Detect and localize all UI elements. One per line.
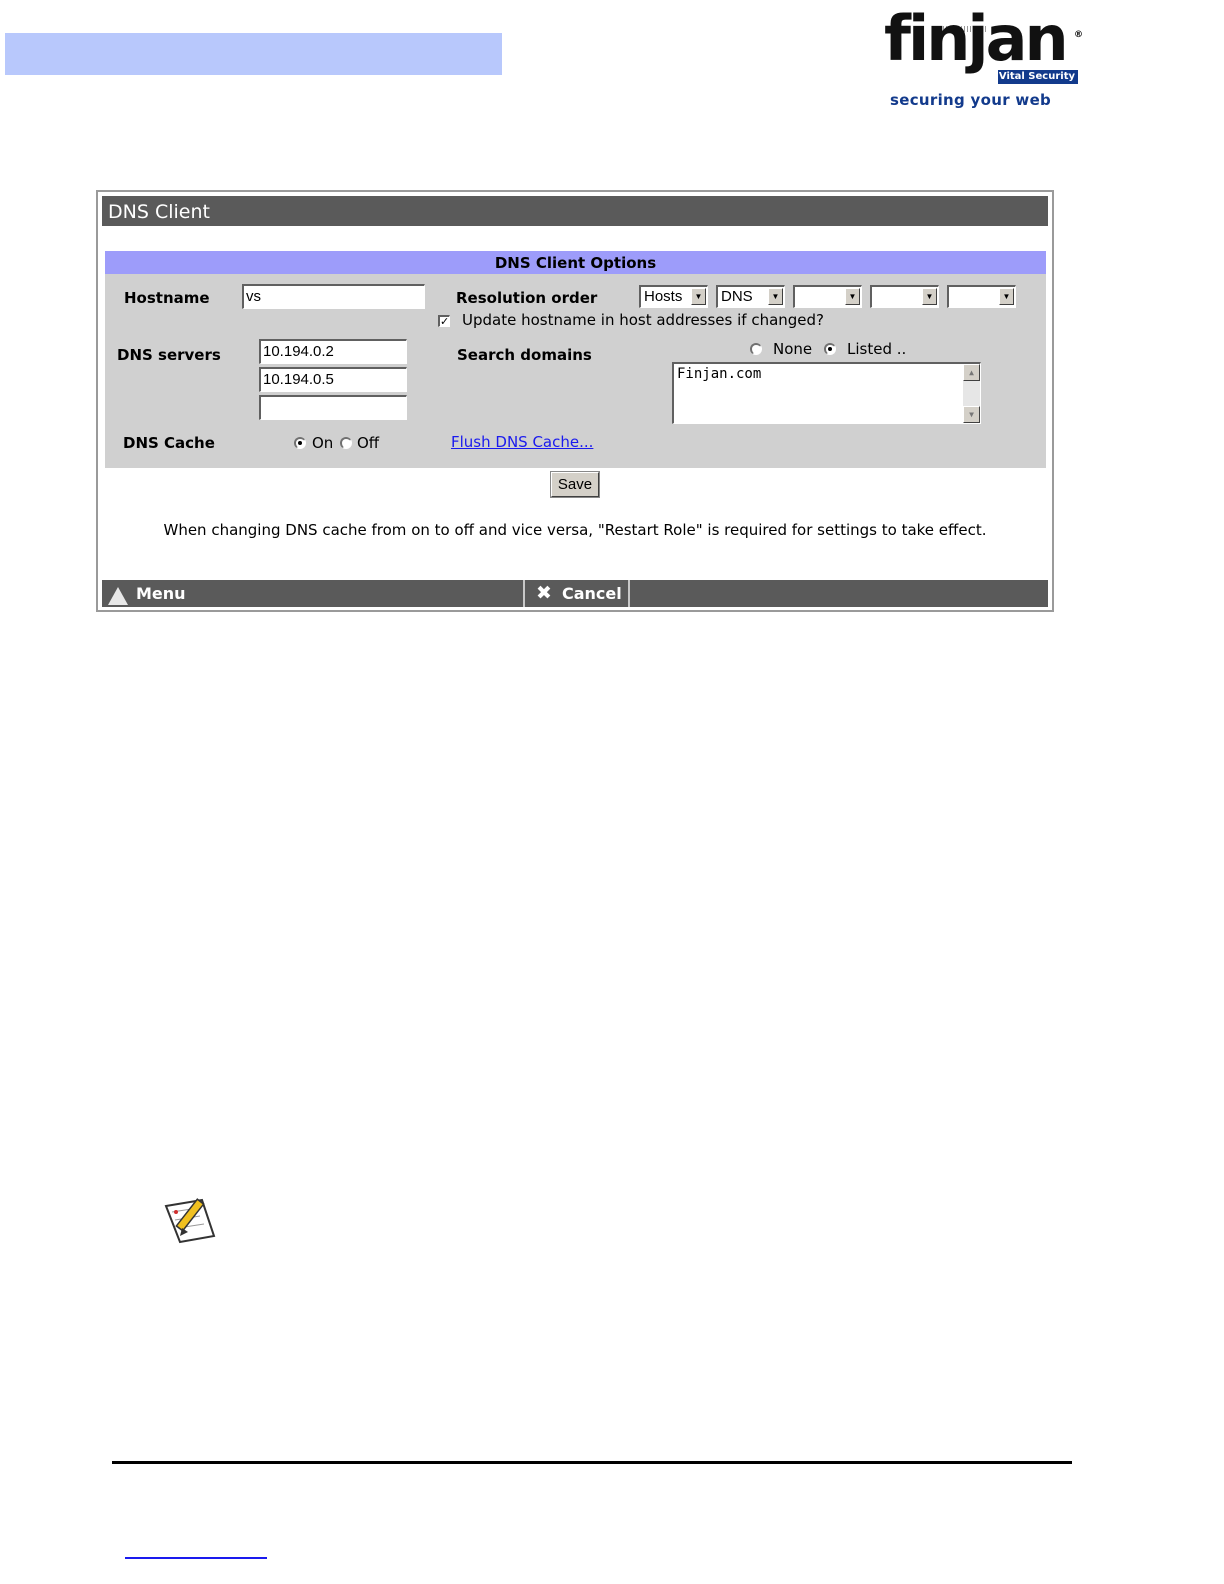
footer-rule — [112, 1461, 1072, 1464]
dialog-bottom-bar: Menu ✖ Cancel — [102, 580, 1048, 607]
dns-cache-label: DNS Cache — [123, 434, 215, 452]
search-domains-label: Search domains — [457, 346, 592, 364]
search-domains-text: Finjan.com — [677, 366, 762, 382]
logo-badge: Vital Security — [998, 70, 1078, 84]
cancel-button[interactable]: ✖ Cancel — [526, 580, 626, 607]
resolution-order-select-5[interactable]: ▼ — [947, 285, 1016, 308]
menu-triangle-icon — [108, 587, 128, 605]
resolution-order-select-4[interactable]: ▼ — [870, 285, 939, 308]
options-panel: Hostname vs Resolution order Hosts ▼ DNS… — [105, 274, 1046, 468]
resolution-order-select-2[interactable]: DNS ▼ — [716, 285, 785, 308]
scroll-down-icon[interactable]: ▼ — [963, 406, 980, 423]
dns-cache-on-label: On — [312, 434, 334, 452]
update-hostname-label: Update hostname in host addresses if cha… — [462, 311, 825, 329]
close-icon: ✖ — [536, 582, 552, 604]
finjan-logo: finjan ® Vital Security securing your we… — [880, 8, 1085, 117]
dns-server-2-input[interactable]: 10.194.0.5 — [259, 367, 407, 392]
footer-link-underline[interactable] — [125, 1557, 267, 1559]
bar-divider — [523, 580, 525, 607]
menu-label: Menu — [136, 584, 186, 603]
resolution-order-select-1[interactable]: Hosts ▼ — [639, 285, 708, 308]
bar-divider — [628, 580, 630, 607]
update-hostname-checkbox[interactable]: ✓ — [438, 315, 450, 327]
chevron-down-icon[interactable]: ▼ — [768, 288, 783, 305]
search-listed-label: Listed .. — [847, 340, 907, 358]
chevron-down-icon[interactable]: ▼ — [845, 288, 860, 305]
registered-mark: ® — [1074, 30, 1083, 40]
chevron-down-icon[interactable]: ▼ — [999, 288, 1014, 305]
save-button[interactable]: Save — [550, 471, 600, 498]
dns-client-dialog: DNS Client DNS Client Options Hostname v… — [96, 190, 1054, 612]
search-listed-radio[interactable] — [824, 343, 836, 355]
flush-dns-cache-link[interactable]: Flush DNS Cache... — [451, 433, 593, 451]
resolution-order-label: Resolution order — [456, 289, 598, 307]
dns-cache-on-radio[interactable] — [294, 437, 306, 449]
cancel-label: Cancel — [562, 584, 622, 603]
dns-cache-off-label: Off — [357, 434, 380, 452]
dns-cache-off-radio[interactable] — [340, 437, 352, 449]
select-1-value: Hosts — [644, 288, 683, 305]
dns-server-1-input[interactable]: 10.194.0.2 — [259, 339, 407, 364]
restart-note: When changing DNS cache from on to off a… — [163, 521, 987, 539]
dns-server-3-input[interactable] — [259, 395, 407, 420]
note-pencil-icon — [164, 1198, 216, 1244]
chevron-down-icon[interactable]: ▼ — [922, 288, 937, 305]
logo-wordmark: finjan — [884, 2, 1069, 75]
textarea-scrollbar[interactable]: ▲ ▼ — [963, 364, 980, 423]
chevron-down-icon[interactable]: ▼ — [691, 288, 706, 305]
search-none-label: None — [773, 340, 813, 358]
options-header: DNS Client Options — [105, 251, 1046, 274]
hostname-input[interactable]: vs — [242, 284, 425, 309]
menu-button[interactable]: Menu — [102, 580, 522, 607]
logo-tagline: securing your web — [890, 91, 1052, 109]
scroll-up-icon[interactable]: ▲ — [963, 364, 980, 381]
search-domains-textarea[interactable]: Finjan.com ▲ ▼ — [672, 362, 981, 424]
dns-servers-label: DNS servers — [117, 346, 221, 364]
header-band — [5, 33, 502, 75]
dialog-title: DNS Client — [102, 196, 1048, 226]
search-none-radio[interactable] — [750, 343, 762, 355]
select-2-value: DNS — [721, 288, 753, 305]
resolution-order-select-3[interactable]: ▼ — [793, 285, 862, 308]
hostname-label: Hostname — [124, 289, 210, 307]
